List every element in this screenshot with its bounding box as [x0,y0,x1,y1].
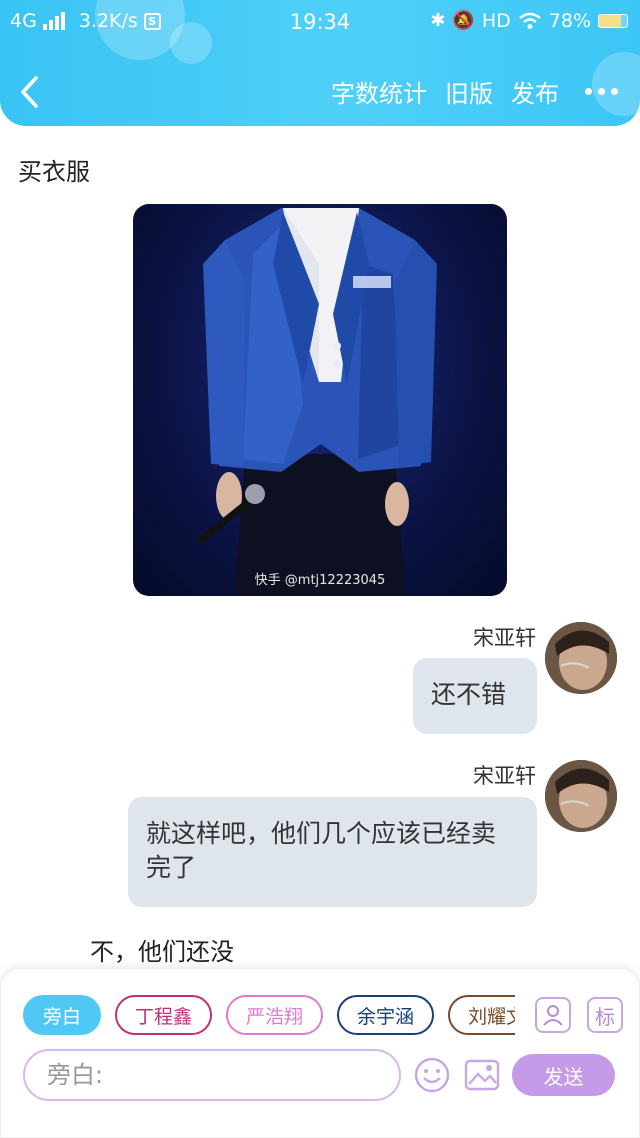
chat-image[interactable]: 快手 @mtj12223045 [133,204,507,596]
send-button[interactable]: 发送 [512,1054,615,1096]
add-role-button[interactable] [535,997,571,1033]
narration-text: 买衣服 [18,158,90,186]
battery-level: 78% [548,10,591,32]
narration-text: 不，他们还没 [90,938,234,966]
avatar[interactable] [545,622,617,694]
smiley-icon [414,1057,450,1093]
sender-name: 宋亚轩 [473,626,536,650]
role-chip-yan-haoxiang[interactable]: 严浩翔 [226,995,324,1035]
nav-bar: 字数统计 旧版 发布 [0,62,640,122]
image-picker-button[interactable] [463,1056,501,1094]
jacket-photo-illustration [197,208,437,596]
app-header: 4G 3.2K/s S 19:34 ✱ 🔕 HD 78% 字数统计 旧版 发布 [0,0,640,126]
image-icon [464,1059,500,1091]
battery-icon [598,14,628,28]
wifi-icon [519,12,541,29]
person-icon [543,1005,563,1026]
hd-indicator: HD [481,10,511,32]
avatar-portrait [545,622,617,694]
avatar[interactable] [545,760,617,832]
bluetooth-icon: ✱ [430,10,446,31]
mark-button[interactable]: 标 [587,997,623,1033]
status-bar: 4G 3.2K/s S 19:34 ✱ 🔕 HD 78% [0,0,640,44]
emoji-button[interactable] [413,1056,451,1094]
avatar-portrait [545,760,617,832]
image-watermark: 快手 @mtj12223045 [254,573,386,588]
role-selector: 旁白 丁程鑫 严浩翔 余宇涵 刘耀文 [23,995,515,1037]
back-button[interactable] [18,70,52,114]
more-options-button[interactable] [585,88,618,95]
old-version-button[interactable]: 旧版 [445,74,493,109]
message-bubble[interactable]: 就这样吧，他们几个应该已经卖完了 [128,797,537,907]
publish-button[interactable]: 发布 [511,74,559,109]
mute-bell-icon: 🔕 [452,10,475,31]
role-chip-liu-yaowen[interactable]: 刘耀文 [448,995,515,1035]
chat-area: 买衣服 快手 @mtj12223045 宋亚轩 还不错 宋亚轩 就这样吧，他们几… [0,126,640,968]
message-input[interactable] [23,1049,401,1101]
message-bubble[interactable]: 还不错 [413,658,537,734]
role-chip-ding-chengxin[interactable]: 丁程鑫 [115,995,213,1035]
sender-name: 宋亚轩 [473,764,536,788]
role-chip-yu-yuhan[interactable]: 余宇涵 [337,995,435,1035]
input-panel: 旁白 丁程鑫 严浩翔 余宇涵 刘耀文 标 发送 [0,968,640,1138]
chevron-left-icon [21,76,38,108]
word-count-button[interactable]: 字数统计 [331,74,427,109]
role-chip-narration[interactable]: 旁白 [23,995,102,1035]
